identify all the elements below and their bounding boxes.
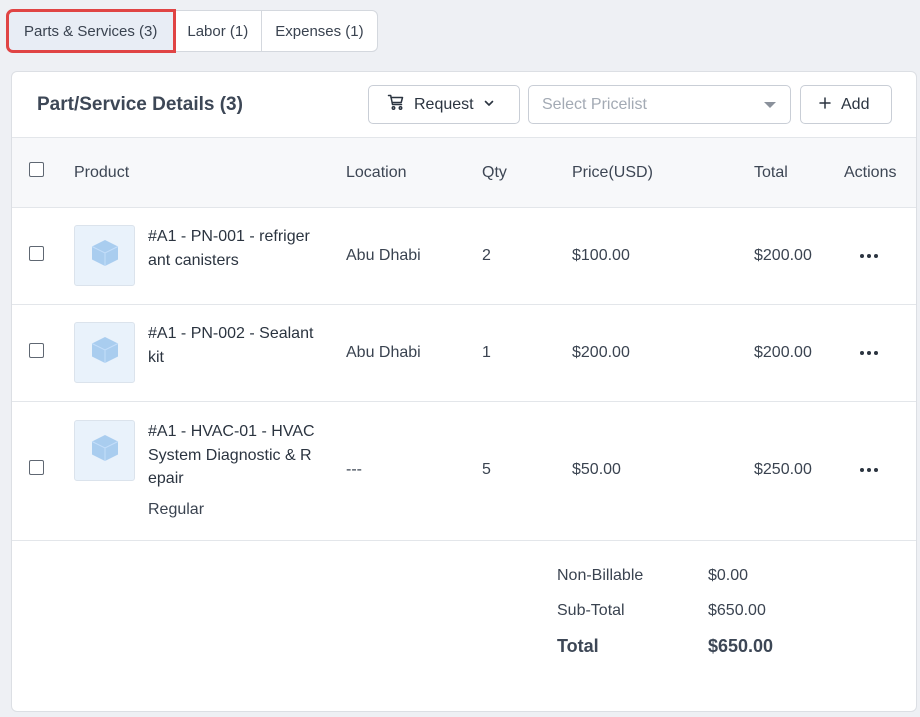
product-name[interactable]: #A1 - HVAC-01 - HVAC System Diagnostic &… [148,420,316,491]
more-horizontal-icon[interactable] [860,465,878,475]
more-horizontal-icon[interactable] [860,348,878,358]
tab-bar: Parts & Services (3) Labor (1) Expenses … [5,9,378,53]
product-thumbnail [74,225,135,286]
total-cell: $250.00 [754,461,812,478]
card-title: Part/Service Details (3) [37,94,243,115]
cube-icon [87,430,123,471]
table-row: #A1 - PN-001 - refrigerant canisters Abu… [12,208,916,305]
location-cell: Abu Dhabi [346,247,421,264]
non-billable-label: Non-Billable [557,567,644,584]
row-checkbox[interactable] [29,246,44,261]
header-qty: Qty [482,164,507,181]
product-name[interactable]: #A1 - PN-001 - refrigerant canisters [148,225,316,272]
total-value: $650.00 [708,636,774,656]
request-button[interactable]: Request [368,85,520,124]
total-label: Total [557,636,599,656]
part-service-card: Part/Service Details (3) Request Select … [11,71,917,712]
more-horizontal-icon[interactable] [860,251,878,261]
tab-parts-services[interactable]: Parts & Services (3) [5,9,177,53]
subtotal-label: Sub-Total [557,602,625,619]
cube-icon [87,235,123,276]
product-thumbnail [74,322,135,383]
qty-cell: 1 [482,344,491,361]
price-cell: $100.00 [572,247,630,264]
pricelist-select[interactable]: Select Pricelist [528,85,791,124]
tab-labor[interactable]: Labor (1) [174,11,263,51]
total-cell: $200.00 [754,344,812,361]
product-thumbnail [74,420,135,481]
header-actions: Actions [844,164,897,181]
product-subtype: Regular [148,501,205,518]
header-product: Product [74,164,130,181]
header-price: Price(USD) [572,164,653,181]
price-cell: $50.00 [572,461,621,478]
non-billable-value: $0.00 [708,567,749,584]
cart-icon [387,93,405,116]
qty-cell: 2 [482,247,491,264]
table-row: #A1 - HVAC-01 - HVAC System Diagnostic &… [12,402,916,541]
total-cell: $200.00 [754,247,812,264]
table-row: #A1 - PN-002 - Sealant kit Abu Dhabi 1 $… [12,305,916,402]
add-label: Add [841,95,870,113]
add-button[interactable]: Add [800,85,892,124]
location-cell: Abu Dhabi [346,344,421,361]
location-cell: --- [346,461,362,478]
caret-down-icon [764,102,776,108]
chevron-down-icon [483,96,495,114]
select-all-checkbox[interactable] [29,162,44,177]
header-location: Location [346,164,407,181]
cube-icon [87,332,123,373]
card-header: Part/Service Details (3) Request Select … [12,72,916,138]
row-checkbox[interactable] [29,343,44,358]
qty-cell: 5 [482,461,491,478]
totals-summary: Non-Billable $0.00 Sub-Total $650.00 Tot… [12,541,916,711]
page: Parts & Services (3) Labor (1) Expenses … [0,0,920,717]
table-header: Product Location Qty Price(USD) Total Ac… [12,138,916,208]
plus-icon [819,96,831,114]
price-cell: $200.00 [572,344,630,361]
subtotal-value: $650.00 [708,602,766,619]
header-total: Total [754,164,788,181]
tab-expenses[interactable]: Expenses (1) [262,11,376,51]
row-checkbox[interactable] [29,460,44,475]
pricelist-placeholder: Select Pricelist [542,95,647,113]
request-label: Request [414,95,474,113]
product-name[interactable]: #A1 - PN-002 - Sealant kit [148,322,316,369]
